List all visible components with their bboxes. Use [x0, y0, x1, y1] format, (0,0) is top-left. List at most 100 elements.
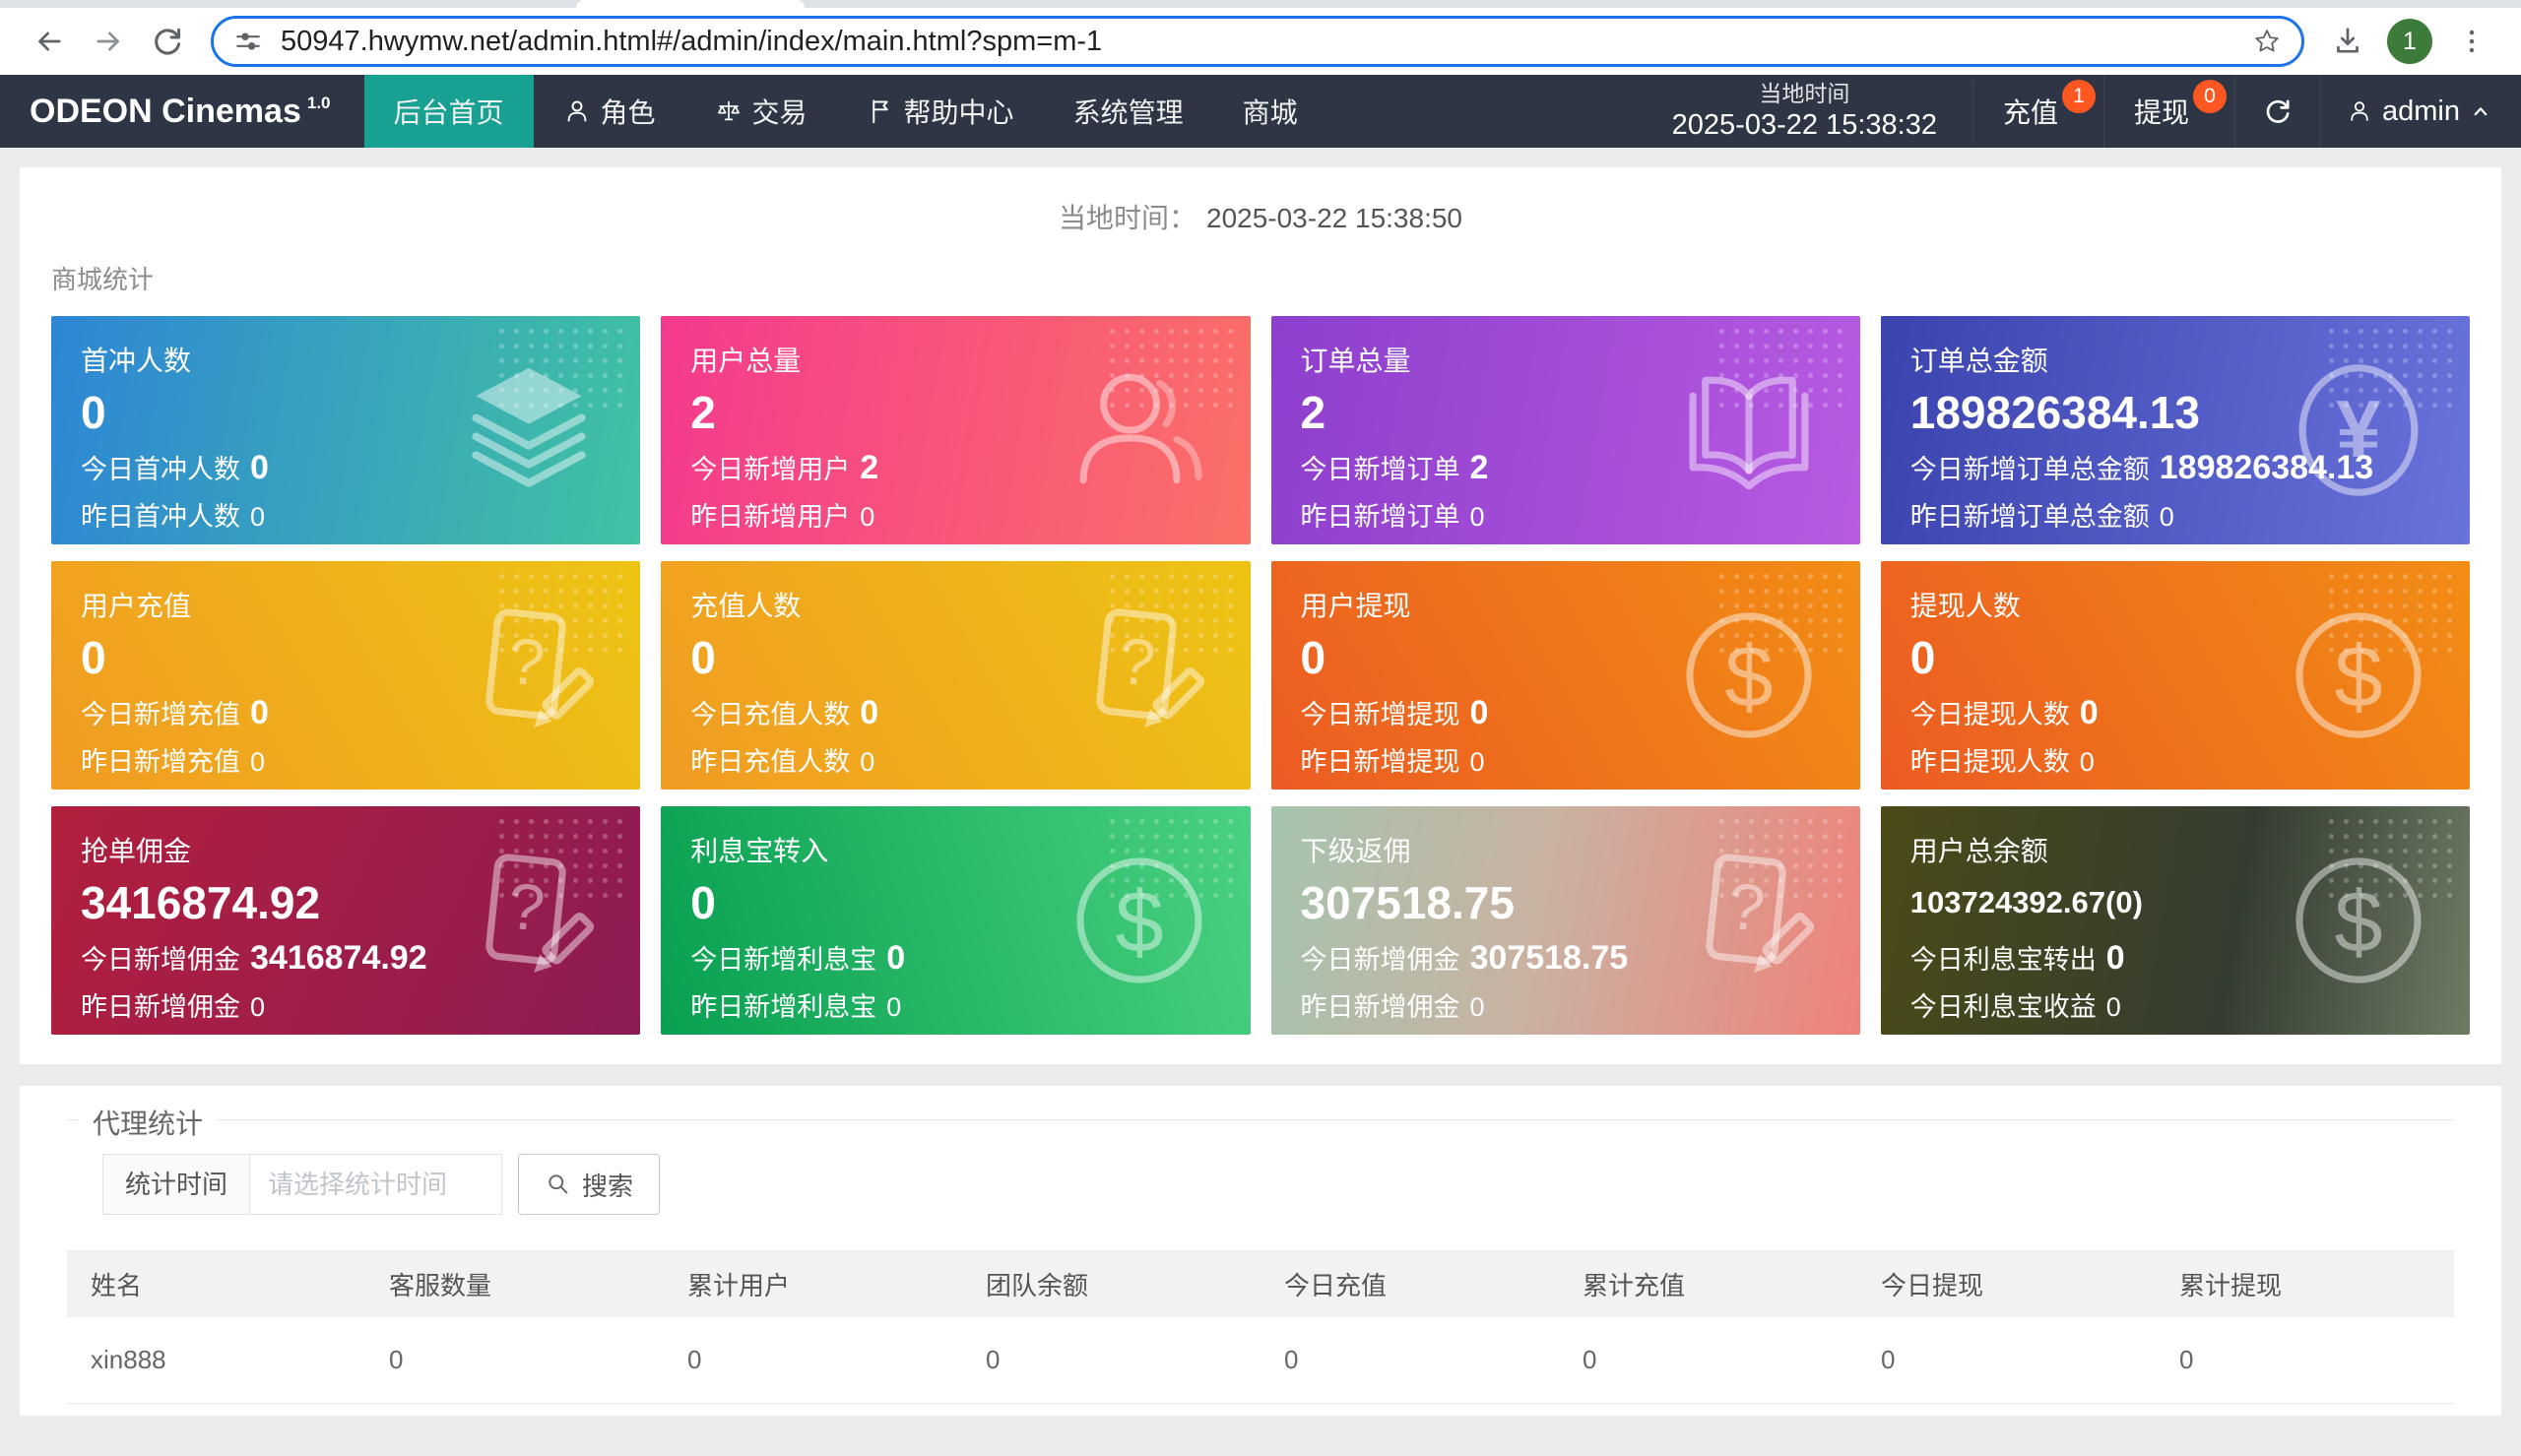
recharge-badge: 1: [2061, 80, 2096, 113]
brand-name: ODEON Cinemas: [30, 92, 301, 130]
table-cell: 0: [2156, 1317, 2454, 1404]
nav-item-label: 商城: [1242, 97, 1298, 128]
nav-item-label: 帮助中心: [903, 97, 1014, 128]
agent-table-header-row: 姓名 客服数量 累计用户 团队余额 今日充值 累计充值 今日提现 累计提现: [67, 1250, 2454, 1317]
forward-icon[interactable]: [87, 20, 130, 63]
profile-avatar[interactable]: 1: [2387, 19, 2432, 64]
back-icon[interactable]: [28, 20, 71, 63]
recharge-nav-item[interactable]: 充值 1: [1973, 75, 2104, 148]
stat-time-label: 统计时间: [102, 1154, 251, 1215]
stat-card-利息宝转入: $ 利息宝转入 0 今日新增利息宝 0 昨日新增利息宝 0: [661, 806, 1251, 1035]
withdraw-nav-item[interactable]: 提现 0: [2104, 75, 2235, 148]
section-title-agent-stats: 代理统计: [79, 1103, 218, 1142]
agent-stats-panel: 代理统计 统计时间 搜索 姓名客服数量累计用户团队余额今日充值累计充值今日提现累…: [20, 1086, 2501, 1416]
refresh-button[interactable]: [2235, 75, 2321, 148]
browser-menu-icon[interactable]: [2450, 20, 2493, 63]
stat-card-订单总金额: ¥ 订单总金额 189826384.13 今日新增订单总金额 189826384.13 昨…: [1880, 316, 2470, 544]
download-icon[interactable]: [2326, 20, 2369, 63]
doc-icon: ?: [1062, 598, 1217, 753]
dollar-icon: $: [1062, 843, 1217, 998]
nav-menu-item-后台首页[interactable]: 后台首页: [363, 75, 534, 148]
nav-item-label: 交易: [751, 97, 808, 128]
search-button-label: 搜索: [582, 1171, 634, 1201]
svg-text:?: ?: [504, 869, 548, 945]
address-bar[interactable]: 50947.hwymw.net/admin.html#/admin/index/…: [211, 16, 2304, 67]
table-cell: 0: [1857, 1317, 2156, 1404]
dollar-icon: $: [2281, 843, 2436, 998]
nav-menu-item-系统管理[interactable]: 系统管理: [1044, 75, 1213, 148]
doc-icon: ?: [1671, 843, 1827, 998]
stat-card-订单总量: 订单总量 2 今日新增订单 2 昨日新增订单 0: [1270, 316, 1860, 544]
shop-stats-panel: 当地时间： 2025-03-22 15:38:50 商城统计 首冲人数 0 今日首冲人…: [20, 167, 2501, 1064]
stat-card-用户总量: 用户总量 2 今日新增用户 2 昨日新增用户 0: [661, 316, 1251, 544]
scales-icon: [715, 97, 743, 125]
svg-text:$: $: [1115, 873, 1163, 971]
search-button[interactable]: 搜索: [518, 1154, 661, 1215]
content-time-value: 2025-03-22 15:38:50: [1206, 203, 1462, 233]
stat-card-提现人数: $ 提现人数 0 今日提现人数 0 昨日提现人数 0: [1880, 561, 2470, 790]
table-header-累计充值: 累计充值: [1559, 1250, 1857, 1317]
table-header-团队余额: 团队余额: [962, 1250, 1260, 1317]
user-menu[interactable]: admin: [2321, 95, 2521, 128]
nav-menu-item-交易[interactable]: 交易: [685, 75, 837, 148]
section-title-shop-stats: 商城统计: [51, 265, 155, 294]
stat-time-input[interactable]: [250, 1154, 503, 1215]
agent-table-body: xin888 0 0 0 0 0 0 0: [67, 1317, 2454, 1404]
browser-toolbar: 50947.hwymw.net/admin.html#/admin/index/…: [0, 8, 2521, 75]
svg-text:$: $: [2334, 873, 2382, 971]
content-local-time: 当地时间： 2025-03-22 15:38:50: [51, 167, 2470, 236]
tab-strip: [0, 0, 2521, 8]
table-header-姓名: 姓名: [67, 1250, 365, 1317]
local-time-label: 当地时间: [1759, 80, 1850, 106]
table-header-今日提现: 今日提现: [1857, 1250, 2156, 1317]
table-header-客服数量: 客服数量: [365, 1250, 664, 1317]
username: admin: [2382, 95, 2460, 127]
stat-card-用户总余额: $ 用户总余额 103724392.67(0) 今日利息宝转出 0 今日利息宝收益 0: [1880, 806, 2470, 1035]
search-icon: [545, 1171, 572, 1198]
layers-icon: [451, 352, 607, 508]
agent-table: 姓名 客服数量 累计用户 团队余额 今日充值 累计充值 今日提现 累计提现 xin888 0 0 0…: [67, 1250, 2454, 1404]
nav-menu-item-帮助中心[interactable]: 帮助中心: [837, 75, 1044, 148]
table-header-累计提现: 累计提现: [2156, 1250, 2454, 1317]
person-icon: [563, 97, 591, 125]
svg-text:$: $: [2334, 628, 2382, 726]
doc-icon: ?: [451, 598, 607, 753]
reload-icon[interactable]: [146, 20, 189, 63]
table-cell: 0: [365, 1317, 664, 1404]
svg-text:?: ?: [504, 624, 548, 700]
flag-icon: [867, 97, 894, 125]
browser-chrome: 50947.hwymw.net/admin.html#/admin/index/…: [0, 0, 2521, 75]
refresh-icon: [2263, 96, 2293, 126]
stat-card-grid: 首冲人数 0 今日首冲人数 0 昨日首冲人数 0 用户总量 2 今日新增用户 2 昨日新增用户 0 订单…: [51, 316, 2470, 1035]
stat-card-下级返佣: ? 下级返佣 307518.75 今日新增佣金 307518.75 昨日新增佣金 0: [1270, 806, 1860, 1035]
brand-logo[interactable]: ODEON Cinemas 1.0: [0, 75, 364, 148]
svg-text:$: $: [1724, 628, 1773, 726]
active-tab-remnant: [576, 0, 805, 8]
nav-item-label: 后台首页: [393, 97, 504, 128]
local-time-value: 2025-03-22 15:38:32: [1671, 109, 1937, 142]
content-time-label: 当地时间：: [1058, 203, 1196, 233]
nav-item-label: 系统管理: [1072, 97, 1184, 128]
nav-menu-item-商城[interactable]: 商城: [1213, 75, 1327, 148]
stat-card-用户提现: $ 用户提现 0 今日新增提现 0 昨日新增提现 0: [1270, 561, 1860, 790]
stat-card-首冲人数: 首冲人数 0 今日首冲人数 0 昨日首冲人数 0: [51, 316, 641, 544]
url-text[interactable]: 50947.hwymw.net/admin.html#/admin/index/…: [281, 26, 2252, 58]
site-settings-icon[interactable]: [233, 27, 263, 56]
table-cell: 0: [1260, 1317, 1559, 1404]
table-cell: 0: [1559, 1317, 1857, 1404]
navbar-right: 当地时间 2025-03-22 15:38:32 充值 1 提现 0 admin: [1637, 75, 2521, 148]
table-cell: 0: [962, 1317, 1260, 1404]
doc-icon: ?: [451, 843, 607, 998]
bookmark-star-icon[interactable]: [2252, 27, 2282, 56]
yen-icon: ¥: [2281, 352, 2436, 508]
table-header-今日充值: 今日充值: [1260, 1250, 1559, 1317]
app-navbar: ODEON Cinemas 1.0 后台首页 角色 交易 帮助中心 系统管理 商城 当地时…: [0, 75, 2521, 148]
svg-text:¥: ¥: [2336, 385, 2381, 475]
withdraw-badge: 0: [2193, 80, 2227, 113]
table-cell: xin888: [67, 1317, 365, 1404]
table-row: xin888 0 0 0 0 0 0 0: [67, 1317, 2454, 1404]
stat-card-用户充值: ? 用户充值 0 今日新增充值 0 昨日新增充值 0: [51, 561, 641, 790]
stat-card-充值人数: ? 充值人数 0 今日充值人数 0 昨日充值人数 0: [661, 561, 1251, 790]
nav-menu-item-角色[interactable]: 角色: [534, 75, 685, 148]
book-icon: [1671, 352, 1827, 508]
